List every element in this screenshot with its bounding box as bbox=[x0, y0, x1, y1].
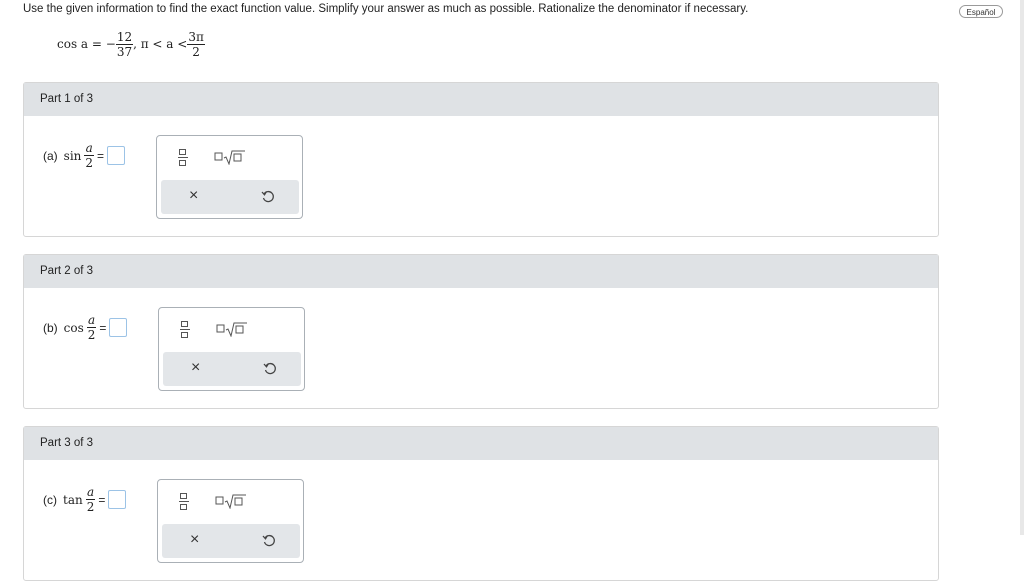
part-1-equals: = bbox=[97, 148, 105, 163]
undo-icon[interactable] bbox=[262, 533, 276, 547]
part-2-question: (b) cos a2 = bbox=[43, 313, 128, 342]
instructions-text: Use the given information to find the ex… bbox=[23, 3, 749, 15]
part-1-answer-input[interactable] bbox=[107, 146, 126, 165]
part-3-half-angle: a2 bbox=[85, 485, 96, 514]
undo-icon[interactable] bbox=[263, 361, 277, 375]
part-3-math-palette: × bbox=[157, 479, 304, 563]
given-fraction: 12 37 bbox=[115, 30, 134, 59]
given-range-mid: , π < a < bbox=[133, 37, 188, 51]
part-1-math-palette: × bbox=[156, 135, 303, 219]
clear-icon[interactable]: × bbox=[191, 359, 200, 377]
part-2-math-palette: × bbox=[158, 307, 305, 391]
given-information: cos a = −12 37, π < a <3π 2 bbox=[57, 30, 205, 66]
palette-action-bar: × bbox=[162, 524, 300, 558]
given-range-denominator: 2 bbox=[187, 44, 205, 59]
part-2-half-angle-denominator: 2 bbox=[86, 327, 97, 342]
part-3-header: Part 3 of 3 bbox=[24, 427, 938, 460]
fraction-template-icon[interactable] bbox=[177, 148, 189, 168]
clear-icon[interactable]: × bbox=[189, 187, 198, 205]
part-2-panel: Part 2 of 3 (b) cos a2 = × bbox=[23, 254, 939, 409]
part-1-function: sin bbox=[63, 148, 82, 163]
part-1-half-angle-numerator: a bbox=[85, 141, 93, 155]
part-1-label: (a) bbox=[43, 148, 58, 163]
part-3-equals: = bbox=[98, 492, 106, 507]
part-2-header: Part 2 of 3 bbox=[24, 255, 938, 288]
part-1-half-angle-denominator: 2 bbox=[84, 155, 95, 170]
part-2-answer-input[interactable] bbox=[109, 318, 128, 337]
part-3-answer-input[interactable] bbox=[108, 490, 127, 509]
given-lhs: cos a = − bbox=[57, 37, 116, 51]
part-3-label: (c) bbox=[43, 492, 57, 507]
palette-action-bar: × bbox=[163, 352, 301, 386]
square-root-template-icon[interactable] bbox=[215, 493, 247, 509]
given-range-numerator: 3π bbox=[188, 30, 204, 44]
part-3-question: (c) tan a2 = bbox=[43, 485, 127, 514]
part-2-function: cos bbox=[63, 320, 84, 335]
part-1-question: (a) sin a2 = bbox=[43, 141, 126, 170]
given-fraction-numerator: 12 bbox=[116, 30, 133, 44]
given-range-fraction: 3π 2 bbox=[187, 30, 205, 59]
square-root-template-icon[interactable] bbox=[214, 149, 246, 165]
part-1-half-angle: a2 bbox=[84, 141, 95, 170]
clear-icon[interactable]: × bbox=[190, 531, 199, 549]
part-3-half-angle-numerator: a bbox=[86, 485, 95, 499]
part-3-function: tan bbox=[63, 492, 83, 507]
given-fraction-denominator: 37 bbox=[115, 44, 134, 59]
part-3-half-angle-denominator: 2 bbox=[85, 499, 96, 514]
language-toggle-button[interactable]: Español bbox=[959, 5, 1003, 18]
part-1-header: Part 1 of 3 bbox=[24, 83, 938, 116]
square-root-template-icon[interactable] bbox=[216, 321, 248, 337]
fraction-template-icon[interactable] bbox=[179, 320, 191, 340]
fraction-template-icon[interactable] bbox=[178, 492, 190, 512]
part-2-label: (b) bbox=[43, 320, 58, 335]
part-1-panel: Part 1 of 3 (a) sin a2 = × bbox=[23, 82, 939, 237]
part-2-half-angle-numerator: a bbox=[88, 313, 96, 327]
undo-icon[interactable] bbox=[261, 189, 275, 203]
part-3-panel: Part 3 of 3 (c) tan a2 = × bbox=[23, 426, 939, 581]
scrollbar[interactable] bbox=[1020, 0, 1024, 535]
part-2-equals: = bbox=[99, 320, 107, 335]
palette-action-bar: × bbox=[161, 180, 299, 214]
part-2-half-angle: a2 bbox=[86, 313, 97, 342]
